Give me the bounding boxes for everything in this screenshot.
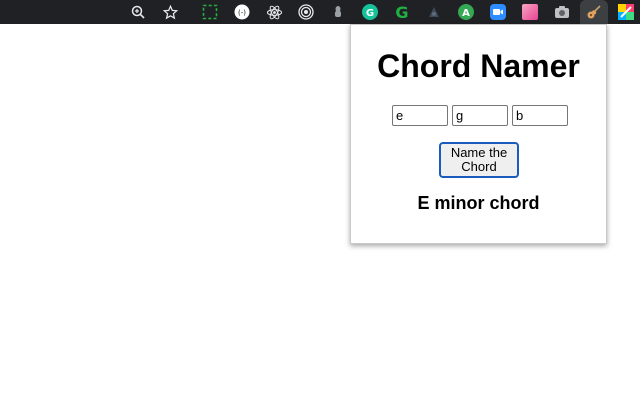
- grammar-g-icon[interactable]: G: [393, 3, 411, 21]
- svg-text:G: G: [366, 8, 374, 19]
- bookmark-star-icon[interactable]: [161, 3, 179, 21]
- react-devtools-icon[interactable]: [265, 3, 283, 21]
- grammarly-icon[interactable]: G: [361, 3, 379, 21]
- pink-square-icon[interactable]: [521, 3, 539, 21]
- note-input-1[interactable]: [392, 105, 448, 126]
- green-a-icon[interactable]: A: [457, 3, 475, 21]
- note-input-2[interactable]: [452, 105, 508, 126]
- zoom-video-icon[interactable]: [489, 3, 507, 21]
- note-input-3[interactable]: [512, 105, 568, 126]
- name-chord-button[interactable]: Name the Chord: [439, 142, 519, 178]
- dark-extension-icon[interactable]: [425, 3, 443, 21]
- target-rings-icon[interactable]: [297, 3, 315, 21]
- zoom-icon[interactable]: [129, 3, 147, 21]
- camera-icon[interactable]: [553, 3, 571, 21]
- browser-toolbar: (-) G G A: [0, 0, 640, 24]
- chord-result: E minor chord: [417, 193, 540, 213]
- guitar-icon[interactable]: [585, 3, 603, 21]
- svg-text:A: A: [462, 8, 470, 19]
- svg-text:(-): (-): [238, 9, 246, 17]
- svg-text:G: G: [395, 4, 408, 20]
- screenshot-selection-icon[interactable]: [201, 3, 219, 21]
- note-inputs: [392, 105, 568, 126]
- popup-title: Chord Namer: [377, 48, 580, 84]
- colorful-extension-icon[interactable]: [617, 3, 635, 21]
- bracket-extension-icon[interactable]: (-): [233, 3, 251, 21]
- pin-extension-icon[interactable]: [329, 3, 347, 21]
- chord-namer-popup: Chord Namer Name the Chord E minor chord: [350, 24, 607, 244]
